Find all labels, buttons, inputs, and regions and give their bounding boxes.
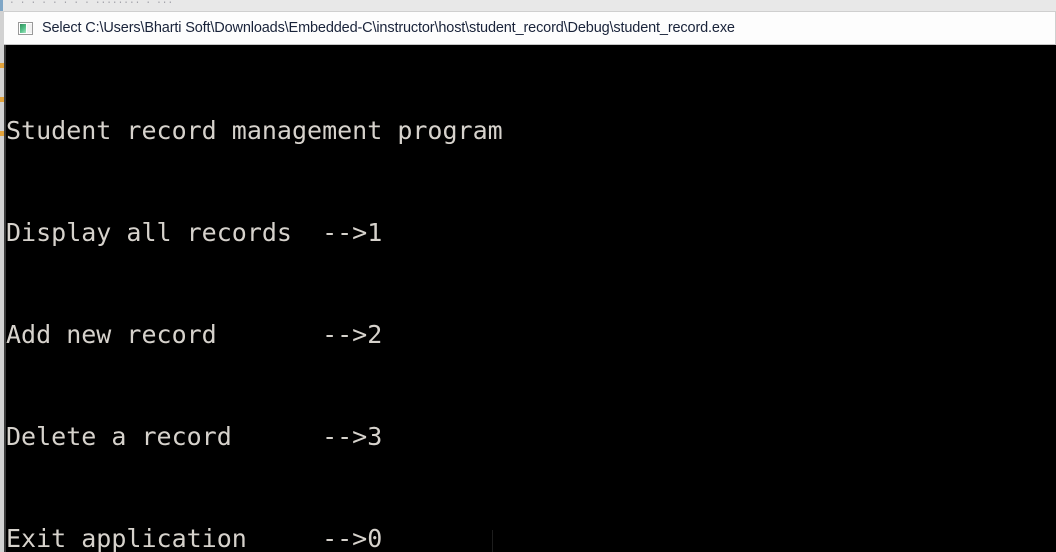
console-app-icon bbox=[18, 22, 33, 35]
title-bar[interactable]: Select C:\Users\Bharti Soft\Downloads\Em… bbox=[4, 11, 1056, 45]
background-window-edge bbox=[0, 0, 3, 11]
console-window: Select C:\Users\Bharti Soft\Downloads\Em… bbox=[0, 11, 1056, 552]
screen-artifact bbox=[492, 530, 493, 552]
background-window-ghost-text: ․ ․ ․ ․ ․ ․ ․ ․ ․․․․․․․․ ․ ․․․ bbox=[10, 0, 175, 6]
window-title: Select C:\Users\Bharti Soft\Downloads\Em… bbox=[42, 20, 735, 37]
console-line: Add new record -->2 bbox=[6, 320, 383, 349]
console-line: Delete a record -->3 bbox=[6, 422, 383, 451]
console-line: Student record management program bbox=[6, 116, 503, 145]
console-line: Display all records -->1 bbox=[6, 218, 383, 247]
console-output[interactable]: Student record management program Displa… bbox=[6, 45, 1056, 552]
console-line: Exit application -->0 bbox=[6, 524, 383, 552]
